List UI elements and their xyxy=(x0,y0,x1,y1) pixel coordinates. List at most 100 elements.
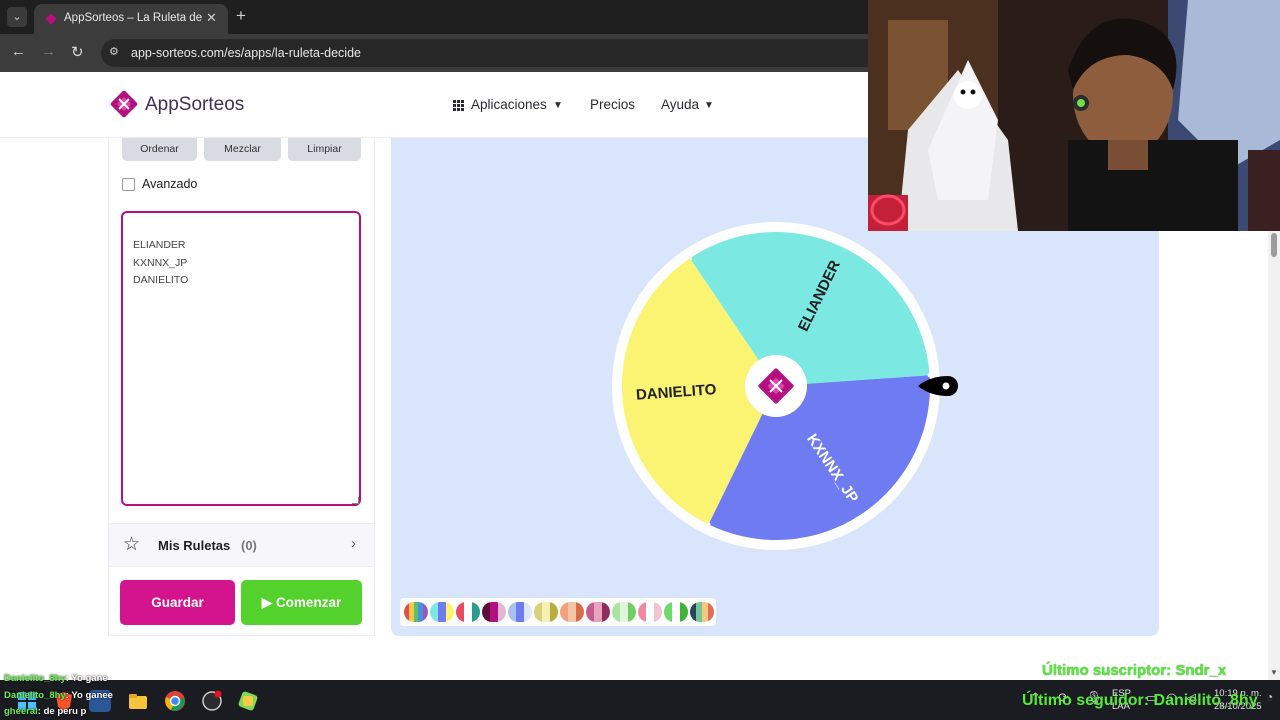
notification-bell-icon[interactable]: ◔ xyxy=(1266,690,1273,704)
spin-wheel[interactable]: ELIANDERKXNNX_JPDANIELITO xyxy=(600,218,970,558)
name-entry: ELIANDER xyxy=(133,239,186,251)
guardar-button[interactable]: Guardar xyxy=(120,580,235,625)
palette-color-stripe xyxy=(482,602,490,622)
address-bar[interactable]: ⚙ app-sorteos.com/es/apps/la-ruleta-deci… xyxy=(101,39,901,67)
tab-title: AppSorteos – La Ruleta de la Su xyxy=(64,12,204,24)
color-palette-swatch[interactable] xyxy=(586,602,610,622)
limpiar-button[interactable]: Limpiar xyxy=(288,138,361,161)
url-text: app-sorteos.com/es/apps/la-ruleta-decide xyxy=(131,46,361,60)
color-palette-swatch[interactable] xyxy=(430,602,454,622)
site-info-icon[interactable]: ⚙ xyxy=(109,45,119,58)
new-tab-button[interactable]: + xyxy=(236,6,246,26)
palette-color-stripe xyxy=(664,602,672,622)
name-entry: KXNNX_JP xyxy=(133,256,188,269)
color-palette-swatch[interactable] xyxy=(690,602,714,622)
chevron-down-icon: ▼ xyxy=(704,100,714,111)
forward-arrow-icon[interactable]: → xyxy=(41,43,56,60)
palette-color-stripe xyxy=(680,602,688,622)
palette-color-stripe xyxy=(560,602,568,622)
palette-color-stripe xyxy=(472,602,480,622)
appsorteos-favicon-icon xyxy=(45,13,57,25)
mezclar-button[interactable]: Mezclar xyxy=(204,138,281,161)
webcam-video xyxy=(868,0,1280,231)
nav-aplicaciones[interactable]: Aplicaciones xyxy=(471,97,547,112)
chat-username: Danielito_8hy xyxy=(4,673,66,684)
mis-ruletas-count: (0) xyxy=(241,538,257,553)
chat-text: : de peru p xyxy=(37,706,87,717)
apps-grid-icon xyxy=(453,100,464,111)
color-palette-swatch[interactable] xyxy=(612,602,636,622)
page-scrollbar[interactable]: ▼ xyxy=(1268,231,1280,680)
ordenar-button[interactable]: Ordenar xyxy=(122,138,197,161)
chat-username: gheeral xyxy=(4,706,38,717)
mis-ruletas-label: Mis Ruletas xyxy=(158,538,231,553)
name-entry: DANIELITO xyxy=(133,274,189,286)
star-icon: ☆ xyxy=(123,534,141,555)
palette-color-stripe xyxy=(654,602,662,622)
color-palette-swatch[interactable] xyxy=(664,602,688,622)
mis-ruletas-row[interactable]: ☆ Mis Ruletas (0) › xyxy=(109,523,374,567)
logo-text[interactable]: AppSorteos xyxy=(145,94,244,116)
palette-color-stripe xyxy=(550,602,558,622)
chevron-down-icon: ▼ xyxy=(553,100,563,111)
chat-username: Danielito_8hy xyxy=(4,690,66,701)
color-palette-swatch[interactable] xyxy=(534,602,558,622)
nav-ayuda[interactable]: Ayuda xyxy=(661,97,699,112)
textarea-resize-handle[interactable] xyxy=(352,497,359,504)
palette-color-stripe xyxy=(638,602,646,622)
palette-color-stripe xyxy=(508,602,516,622)
palette-color-stripe xyxy=(464,602,472,622)
palette-color-stripe xyxy=(456,602,464,622)
back-arrow-icon[interactable]: ← xyxy=(11,43,26,60)
names-textarea[interactable]: ELIANDER KXNNX_JP DANIELITO xyxy=(121,211,361,506)
palette-color-stripe xyxy=(612,602,620,622)
nav-precios[interactable]: Precios xyxy=(590,97,635,112)
comenzar-button[interactable]: ▶ Comenzar xyxy=(241,580,362,625)
color-palette-swatch[interactable] xyxy=(508,602,532,622)
wheel-divider-dot xyxy=(927,373,932,378)
palette-color-stripe xyxy=(672,602,680,622)
comenzar-label: Comenzar xyxy=(275,595,342,610)
palette-color-stripe xyxy=(490,602,498,622)
palette-color-stripe xyxy=(423,602,428,622)
chat-message: gheeral: de peru p xyxy=(4,706,86,717)
color-palette-selector xyxy=(400,598,716,626)
last-subscriber-overlay: Último suscriptor: Sndr_x xyxy=(1042,662,1227,679)
scrollbar-thumb[interactable] xyxy=(1271,233,1277,257)
palette-color-stripe xyxy=(498,602,506,622)
advanced-checkbox[interactable] xyxy=(122,178,135,191)
wheel-divider-dot xyxy=(706,522,711,527)
tab-close-icon[interactable]: ✕ xyxy=(206,10,217,26)
color-palette-swatch[interactable] xyxy=(638,602,662,622)
obs-studio-icon[interactable] xyxy=(201,690,223,712)
palette-color-stripe xyxy=(542,602,550,622)
file-explorer-icon[interactable] xyxy=(127,690,149,712)
palette-color-stripe xyxy=(594,602,602,622)
palette-color-stripe xyxy=(438,602,446,622)
chrome-browser-icon[interactable] xyxy=(164,690,186,712)
color-palette-swatch[interactable] xyxy=(482,602,506,622)
palette-color-stripe xyxy=(430,602,438,622)
chat-text: : Yo ganee xyxy=(65,690,113,701)
palette-color-stripe xyxy=(620,602,628,622)
color-palette-swatch[interactable] xyxy=(404,602,428,622)
browser-tab[interactable]: AppSorteos – La Ruleta de la Su ✕ xyxy=(34,4,228,34)
palette-color-stripe xyxy=(534,602,542,622)
palette-color-stripe xyxy=(576,602,584,622)
palette-color-stripe xyxy=(602,602,610,622)
play-icon: ▶ xyxy=(261,595,273,610)
palette-color-stripe xyxy=(524,602,532,622)
advanced-label: Avanzado xyxy=(142,177,198,191)
color-palette-swatch[interactable] xyxy=(560,602,584,622)
chat-text: : Yo gane xyxy=(65,673,108,684)
palette-color-stripe xyxy=(628,602,636,622)
palette-color-stripe xyxy=(446,602,454,622)
palette-color-stripe xyxy=(646,602,654,622)
appsorteos-logo-icon[interactable] xyxy=(108,88,140,120)
color-palette-swatch[interactable] xyxy=(456,602,480,622)
bluestacks-icon[interactable] xyxy=(237,690,259,712)
tab-search-chevron-icon[interactable]: ⌄ xyxy=(7,7,27,27)
palette-color-stripe xyxy=(586,602,594,622)
scroll-down-arrow-icon[interactable]: ▼ xyxy=(1270,668,1278,677)
reload-icon[interactable]: ↻ xyxy=(71,43,84,61)
